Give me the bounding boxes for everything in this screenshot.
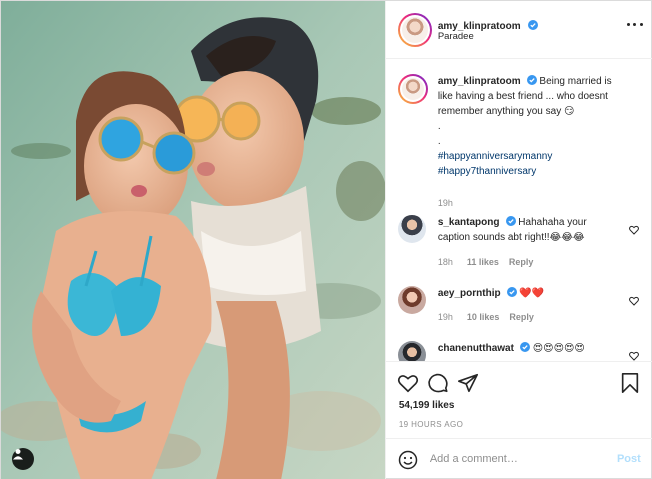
comment-body: 😍😍😍😍😍 [532,343,585,354]
commenter-username[interactable]: s_kantapong [438,217,500,228]
post-header: amy_klinpratoom Paradee [385,1,652,59]
comment-likes[interactable]: 11 likes [467,257,499,267]
comment-item: aey_pornthip ❤️❤️ 19h 10 likes Reply [397,286,643,336]
comment-item: chanenutthawat 😍😍😍😍😍 [397,341,643,361]
verified-badge-icon [528,20,539,30]
post-timestamp[interactable]: 19 HOURS AGO [399,420,463,429]
comment-age: 18h [437,257,453,267]
more-options-button[interactable] [626,23,643,27]
post-photo[interactable] [1,1,385,479]
reply-button[interactable]: Reply [509,257,534,267]
caption-dot: . [437,121,441,132]
location-link[interactable]: Paradee [438,31,474,42]
verified-badge-icon [519,342,530,352]
bookmark-icon[interactable] [619,372,641,394]
post-side-panel: amy_klinpratoom Paradee amy_klinpratoom [384,1,652,479]
add-comment-input[interactable]: Add a comment… [430,453,518,465]
verified-badge-icon [505,216,516,226]
beach-selfie-illustration [1,1,385,479]
caption-text: amy_klinpratoom Being married is like ha… [438,74,638,179]
verified-badge-icon [526,75,537,85]
verified-badge-icon [506,287,517,297]
commenter-username[interactable]: aey_pornthip [438,288,501,299]
comment-meta: 18h 11 likes Reply [438,257,534,267]
caption-author-avatar[interactable] [397,74,428,104]
comment-body: caption sounds abt right!!😂😂😂 [437,232,585,243]
commenter-avatar[interactable] [397,286,426,314]
author-avatar[interactable] [397,13,432,47]
instagram-post: amy_klinpratoom Paradee amy_klinpratoom [0,0,652,479]
smiley-icon[interactable] [398,450,418,470]
comment-likes[interactable]: 10 likes [467,312,500,322]
caption-line: remember anything you say 😏 [437,106,575,117]
comment-meta: 19h 10 likes Reply [438,312,534,322]
user-tag-button[interactable] [12,448,34,470]
heart-icon[interactable] [397,372,419,394]
hashtag-link[interactable]: #happy7thanniversary [438,166,536,177]
like-comment-heart-icon[interactable] [628,351,639,361]
comment-age: 19h [437,312,453,322]
comment-icon[interactable] [427,372,449,394]
comment-text: chanenutthawat 😍😍😍😍😍 [438,341,638,356]
reply-button[interactable]: Reply [509,312,534,322]
more-horizontal-icon [626,23,630,26]
caption-age: 19h [437,198,453,208]
caption-dot: . [437,136,441,147]
likes-count[interactable]: 54,199 likes [399,400,455,411]
caption-line: Being married is [539,76,612,87]
caption-comment: amy_klinpratoom Being married is like ha… [397,74,643,208]
add-comment-bar: Add a comment… Post [385,438,652,479]
comments-list[interactable]: amy_klinpratoom Being married is like ha… [386,60,652,361]
post-comment-button[interactable]: Post [617,453,641,465]
commenter-avatar[interactable] [397,341,426,361]
caption-line: like having a best friend ... who doesnt [437,91,608,102]
comment-text: aey_pornthip ❤️❤️ [438,286,638,301]
like-comment-heart-icon[interactable] [628,225,639,235]
caption-username[interactable]: amy_klinpratoom [438,76,521,87]
like-comment-heart-icon[interactable] [628,296,639,306]
paper-plane-icon[interactable] [457,372,479,394]
comment-item: s_kantapong Hahahaha your caption sounds… [397,215,643,275]
commenter-username[interactable]: chanenutthawat [438,343,514,354]
hashtag-link[interactable]: #happyanniversarymanny [438,151,553,162]
comment-text: s_kantapong Hahahaha your caption sounds… [438,215,638,245]
comment-body: Hahahaha your [518,217,587,228]
commenter-avatar[interactable] [397,215,426,243]
user-tag-icon [13,449,23,460]
comment-body: ❤️❤️ [519,288,545,299]
